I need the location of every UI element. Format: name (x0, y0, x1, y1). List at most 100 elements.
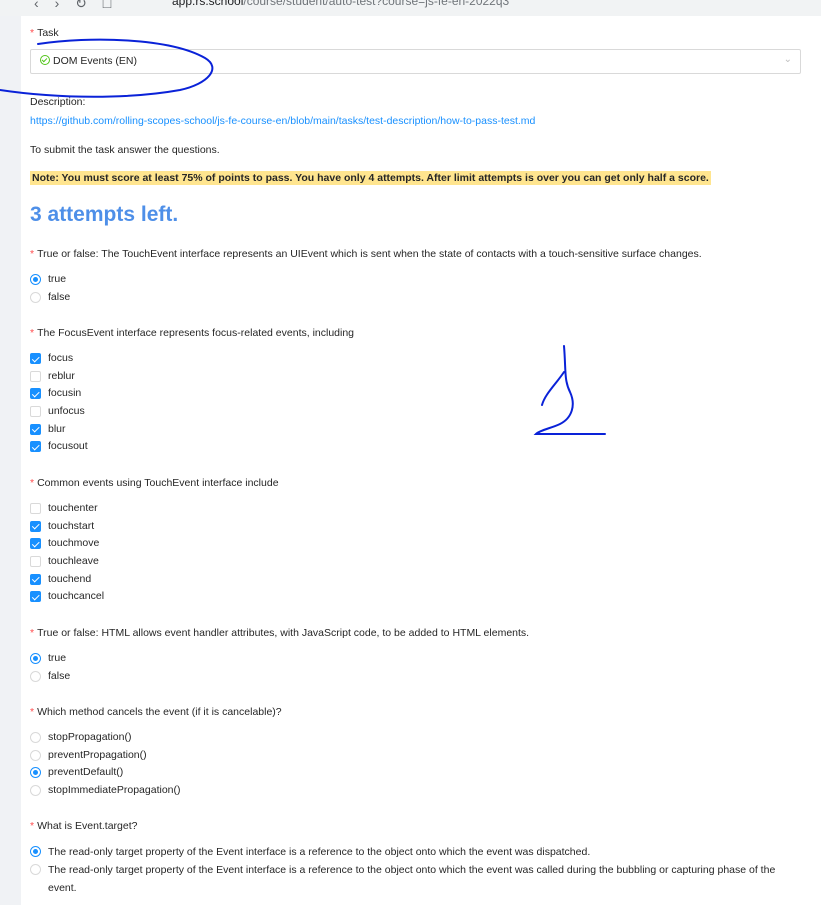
checkbox[interactable] (30, 591, 41, 603)
checkbox-option[interactable]: touchleave (30, 553, 790, 571)
task-select[interactable]: DOM Events (EN) ⌄ (30, 49, 801, 74)
radio-option[interactable]: false (30, 289, 790, 307)
checkbox-option[interactable]: reblur (30, 368, 790, 386)
checkbox[interactable] (30, 520, 41, 532)
checkbox-option[interactable]: touchend (30, 571, 790, 589)
note-banner: Note: You must score at least 75% of poi… (30, 171, 711, 185)
radio-button[interactable] (30, 767, 41, 779)
checkbox-option[interactable]: unfocus (30, 403, 790, 421)
address-bar[interactable]: app.rs.school/course/student/auto-test?c… (172, 0, 509, 8)
reload-icon[interactable]: ↻ (75, 0, 87, 11)
required-mark: * (30, 706, 35, 718)
required-mark: * (30, 248, 35, 260)
radio-option[interactable]: false (30, 668, 790, 686)
url-host: app.rs.school (172, 0, 244, 8)
checkbox[interactable] (30, 503, 41, 514)
attempts-left: 3 attempts left. (30, 203, 179, 226)
checkbox-option[interactable]: focus (30, 350, 790, 368)
option-label: reblur (48, 369, 75, 382)
required-mark: * (30, 477, 35, 489)
checkbox[interactable] (30, 441, 41, 453)
question-text: True or false: The TouchEvent interface … (37, 248, 702, 260)
radio-button[interactable] (30, 785, 41, 797)
forward-icon[interactable]: › (55, 0, 60, 11)
option-label: touchmove (48, 537, 100, 550)
radio-button[interactable] (30, 749, 41, 761)
option-label: false (48, 669, 71, 682)
question-title: * Which method cancels the event (if it i… (30, 705, 790, 719)
chevron-down-icon[interactable]: ⌄ (784, 54, 792, 65)
option-label: touchcancel (48, 590, 105, 603)
question-3: * Common events using TouchEvent interfac… (30, 476, 790, 606)
question-4: * True or false: HTML allows event handle… (30, 626, 790, 685)
radio-option[interactable]: true (30, 650, 790, 668)
radio-option[interactable]: preventPropagation() (30, 747, 790, 765)
checkbox-option[interactable]: touchmove (30, 535, 790, 553)
option-label: focusin (48, 387, 82, 400)
option-label: focusout (48, 440, 88, 453)
radio-button[interactable] (30, 653, 41, 664)
checkbox[interactable] (30, 556, 41, 568)
option-label: blur (48, 422, 66, 435)
option-label: false (48, 290, 71, 303)
browser-nav: ‹ › ↻ □ (34, 0, 123, 12)
option-label: The read-only target property of the Eve… (48, 864, 776, 894)
radio-option[interactable]: The read-only target property of the Eve… (30, 843, 790, 861)
radio-option[interactable]: true (30, 271, 790, 289)
radio-button[interactable] (30, 732, 41, 743)
checkbox[interactable] (30, 573, 41, 585)
task-select-value: DOM Events (EN) (40, 55, 137, 67)
radio-option[interactable]: The read-only target property of the Eve… (30, 861, 778, 897)
option-label: touchleave (48, 555, 99, 568)
question-6: * What is Event.target? The read-only tar… (30, 819, 790, 897)
checkbox-option[interactable]: focusin (30, 385, 790, 403)
checkbox[interactable] (30, 406, 41, 418)
question-text: The FocusEvent interface represents focu… (37, 327, 355, 339)
checkbox-option[interactable]: touchstart (30, 518, 790, 536)
question-title: * The FocusEvent interface represents foc… (30, 326, 790, 340)
checkbox[interactable] (30, 538, 41, 550)
checkbox-option[interactable]: blur (30, 421, 790, 439)
question-text: What is Event.target? (37, 820, 138, 832)
task-selected-text: DOM Events (EN) (53, 55, 138, 67)
question-text: Which method cancels the event (if it is… (37, 706, 282, 718)
question-text: True or false: HTML allows event handler… (37, 627, 530, 639)
required-mark: * (30, 327, 35, 339)
question-2: * The FocusEvent interface represents foc… (30, 326, 790, 456)
description-link[interactable]: https://github.com/rolling-scopes-school… (30, 115, 535, 127)
browser-toolbar: ‹ › ↻ □ app.rs.school/course/student/aut… (0, 0, 821, 16)
checkbox-option[interactable]: touchcancel (30, 588, 790, 606)
question-1: * True or false: The TouchEvent interface… (30, 247, 790, 306)
radio-option[interactable]: stopImmediatePropagation() (30, 782, 790, 800)
option-label: true (48, 652, 67, 664)
task-label-text: Task (37, 27, 59, 39)
checkbox[interactable] (30, 370, 41, 382)
url-path: /course/student/auto-test?course=js-fe-e… (243, 0, 510, 8)
option-label: stopPropagation() (48, 731, 132, 743)
option-label: unfocus (48, 405, 85, 418)
test-form-card: * Task DOM Events (EN) ⌄ Description: htt… (21, 16, 821, 905)
radio-option[interactable]: stopPropagation() (30, 729, 790, 747)
task-label: * Task (30, 27, 59, 39)
checkbox[interactable] (30, 423, 41, 435)
submit-instructions: To submit the task answer the questions. (30, 144, 220, 156)
option-label: touchend (48, 572, 92, 585)
required-mark: * (30, 820, 35, 832)
lock-icon: □ (102, 0, 112, 11)
checkbox-option[interactable]: touchenter (30, 500, 790, 518)
checkbox-option[interactable]: focusout (30, 438, 790, 456)
question-title: * True or false: HTML allows event handle… (30, 626, 790, 640)
checkbox[interactable] (30, 353, 41, 364)
radio-button[interactable] (30, 846, 41, 857)
question-text: Common events using TouchEvent interface… (37, 477, 279, 489)
question-5: * Which method cancels the event (if it i… (30, 705, 790, 800)
radio-button[interactable] (30, 274, 41, 285)
radio-button[interactable] (30, 864, 41, 875)
radio-button[interactable] (30, 291, 41, 303)
option-label: preventPropagation() (48, 748, 147, 761)
radio-option[interactable]: preventDefault() (30, 764, 790, 782)
back-icon[interactable]: ‹ (34, 0, 39, 11)
option-label: touchenter (48, 502, 98, 514)
checkbox[interactable] (30, 388, 41, 400)
radio-button[interactable] (30, 670, 41, 682)
